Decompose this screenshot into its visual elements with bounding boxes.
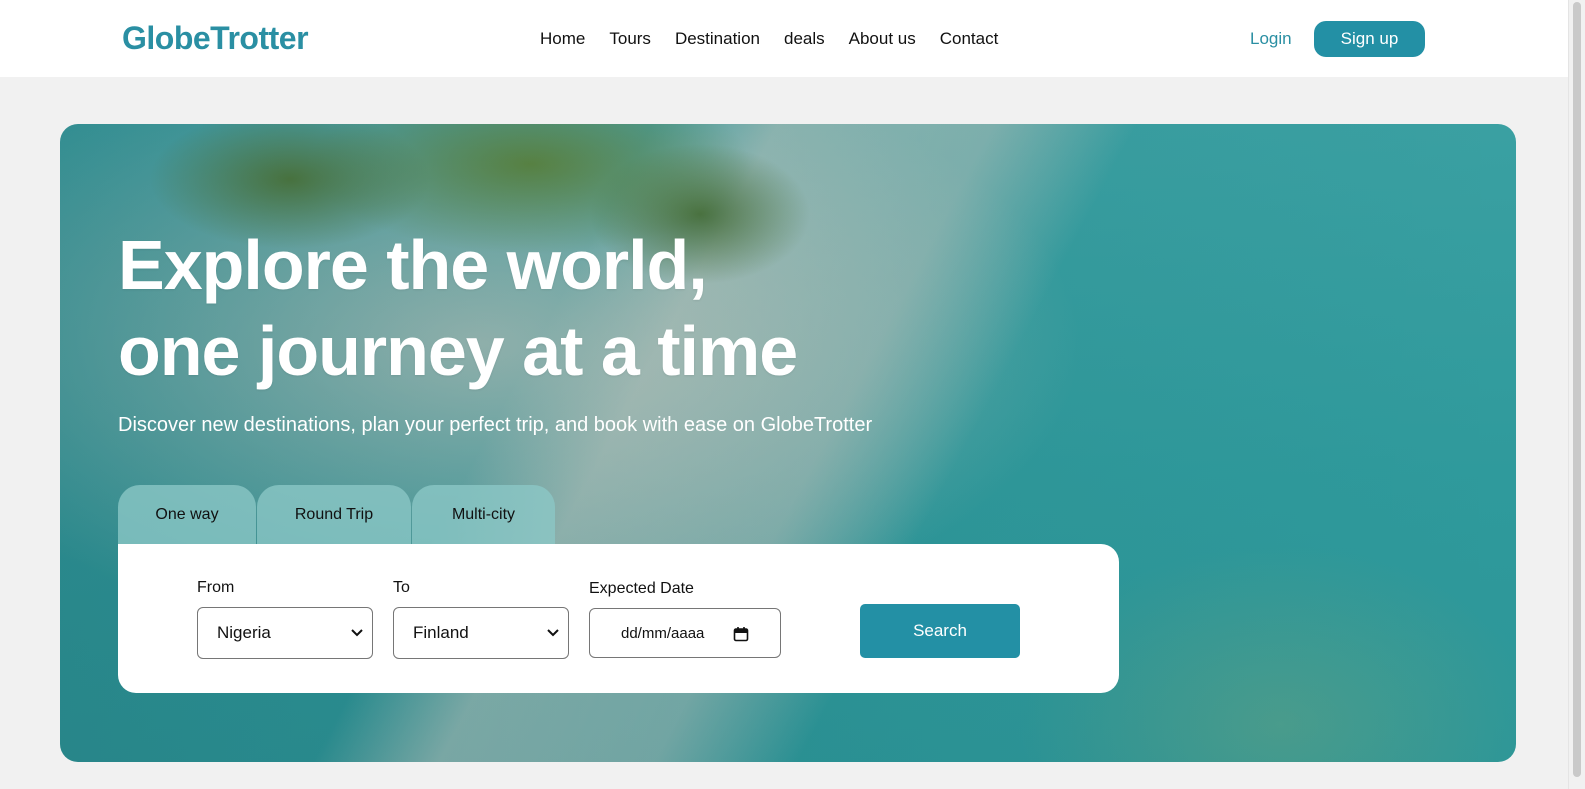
brand-logo[interactable]: GlobeTrotter xyxy=(122,20,309,57)
date-placeholder: dd/mm/aaaa xyxy=(621,624,705,642)
top-navbar: GlobeTrotter Home Tours Destination deal… xyxy=(0,0,1568,77)
chevron-down-icon xyxy=(547,629,559,637)
from-select[interactable]: Nigeria xyxy=(197,607,373,659)
hero-title: Explore the world, one journey at a time xyxy=(118,222,798,394)
chevron-down-icon xyxy=(351,629,363,637)
nav-link-deals[interactable]: deals xyxy=(784,29,825,49)
nav-link-destination[interactable]: Destination xyxy=(675,29,760,49)
page-scrollbar[interactable] xyxy=(1568,0,1585,789)
to-label: To xyxy=(393,579,410,596)
scrollbar-thumb[interactable] xyxy=(1573,2,1581,777)
from-select-value: Nigeria xyxy=(217,623,271,642)
trip-type-tabs: One way Round Trip Multi-city xyxy=(118,485,558,549)
expected-date-label: Expected Date xyxy=(589,580,694,597)
nav-link-about-us[interactable]: About us xyxy=(849,29,916,49)
calendar-icon[interactable] xyxy=(733,626,749,642)
search-button[interactable]: Search xyxy=(860,604,1020,658)
nav-link-contact[interactable]: Contact xyxy=(940,29,999,49)
nav-link-home[interactable]: Home xyxy=(540,29,585,49)
tab-multi-city[interactable]: Multi-city xyxy=(412,485,555,549)
main-nav: Home Tours Destination deals About us Co… xyxy=(540,29,998,49)
tab-one-way[interactable]: One way xyxy=(118,485,256,549)
to-select[interactable]: Finland xyxy=(393,607,569,659)
hero-subtitle: Discover new destinations, plan your per… xyxy=(118,414,873,436)
from-label: From xyxy=(197,579,235,596)
expected-date-input[interactable]: dd/mm/aaaa xyxy=(589,608,781,658)
nav-link-tours[interactable]: Tours xyxy=(609,29,651,49)
flight-search-form: From Nigeria To Finland Expected Date dd… xyxy=(118,544,1119,693)
hero-title-line-2: one journey at a time xyxy=(118,312,798,390)
tab-round-trip[interactable]: Round Trip xyxy=(257,485,411,549)
signup-button[interactable]: Sign up xyxy=(1314,21,1425,57)
to-select-value: Finland xyxy=(413,623,469,642)
login-link[interactable]: Login xyxy=(1250,29,1292,49)
hero-title-line-1: Explore the world, xyxy=(118,226,708,304)
